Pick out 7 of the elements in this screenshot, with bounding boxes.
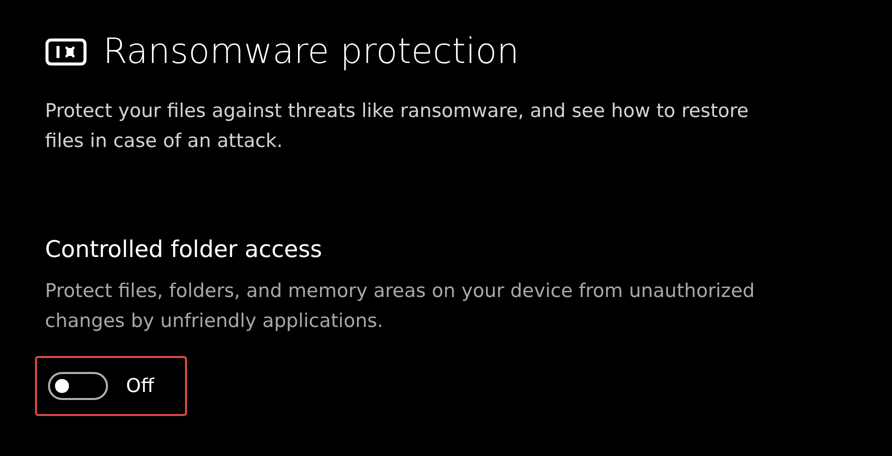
page-description: Protect your files against threats like ransomware, and see how to restore files in case of an attack. <box>45 99 750 154</box>
section-description: Protect files, folders, and memory areas on your device from unauthorized changes by unfriendly applications. <box>45 279 756 334</box>
shield-window-icon <box>45 38 87 66</box>
toggle-switch[interactable] <box>48 372 108 400</box>
toggle-label: Off <box>126 374 154 399</box>
section-title: Controlled folder access <box>45 236 324 265</box>
page-title: Ransomware protection <box>103 31 520 74</box>
